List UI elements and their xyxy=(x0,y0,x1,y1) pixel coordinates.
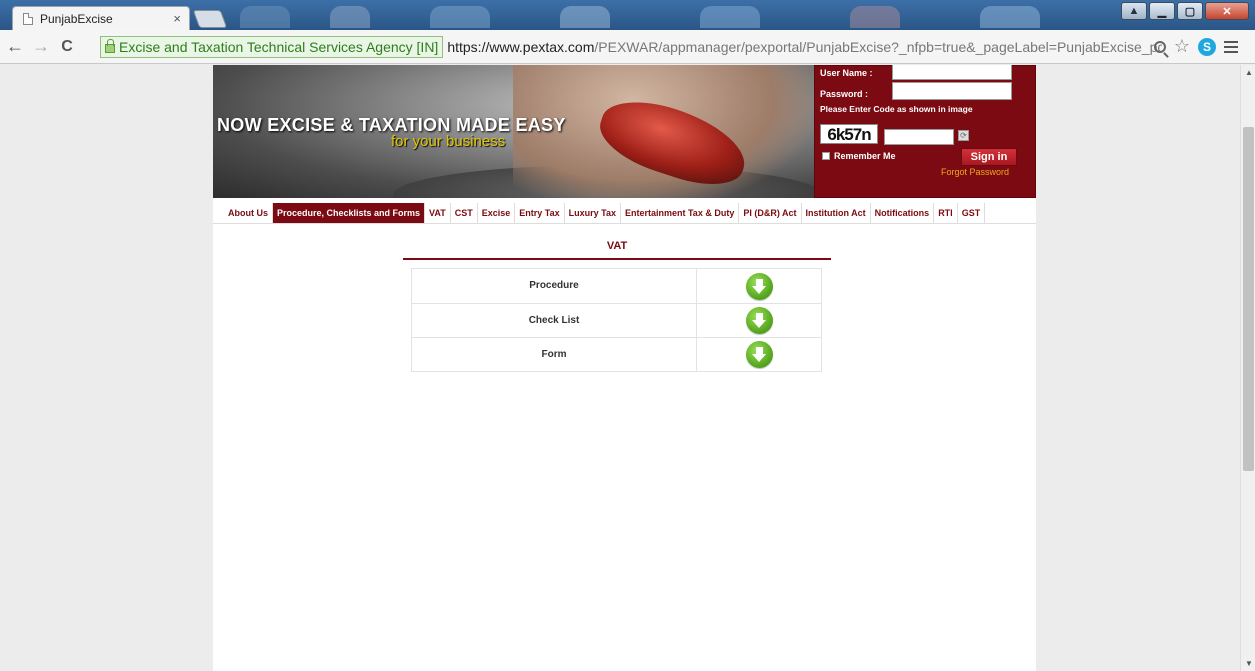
section-title: VAT xyxy=(606,240,628,252)
page-icon xyxy=(23,12,33,25)
url-path: /PEXWAR/appmanager/pexportal/PunjabExcis… xyxy=(594,39,1163,55)
site-container: NOW EXCISE & TAXATION MADE EASY for your… xyxy=(213,65,1036,671)
nav-item-rti[interactable]: RTI xyxy=(934,202,958,223)
page-viewport: NOW EXCISE & TAXATION MADE EASY for your… xyxy=(0,65,1240,671)
captcha-instruction: Please Enter Code as shown in image xyxy=(820,104,973,114)
password-input[interactable] xyxy=(892,82,1012,100)
remember-me[interactable]: Remember Me xyxy=(822,151,896,161)
row-action xyxy=(697,304,821,337)
forward-arrow-icon[interactable]: → xyxy=(30,36,52,57)
vertical-scrollbar[interactable]: ▲ ▼ xyxy=(1240,65,1255,671)
background-decoration xyxy=(330,6,370,28)
nav-item-institution-act[interactable]: Institution Act xyxy=(802,202,871,223)
nav-item-cst[interactable]: CST xyxy=(451,202,478,223)
user-icon[interactable]: ▲ xyxy=(1121,2,1147,20)
minimize-icon[interactable]: ▁ xyxy=(1149,2,1175,20)
new-tab-button[interactable] xyxy=(192,10,228,28)
menu-icon[interactable] xyxy=(1224,40,1238,53)
scroll-thumb[interactable] xyxy=(1243,127,1254,471)
lock-icon xyxy=(105,39,115,53)
password-label: Password : xyxy=(820,89,869,99)
table-row: Form xyxy=(412,337,821,371)
nav-item-entertainment-tax[interactable]: Entertainment Tax & Duty xyxy=(621,202,740,223)
sign-in-button[interactable]: Sign in xyxy=(961,148,1017,166)
url-host: https://www.pextax.com xyxy=(447,39,595,55)
nav-item-procedure-checklists-forms[interactable]: Procedure, Checklists and Forms xyxy=(273,202,426,223)
skype-icon[interactable]: S xyxy=(1198,37,1216,56)
table-row: Check List xyxy=(412,303,821,337)
section-divider xyxy=(403,258,831,260)
login-panel: User Name : Password : Please Enter Code… xyxy=(814,65,1036,198)
download-icon[interactable] xyxy=(745,307,773,334)
nav-item-gst[interactable]: GST xyxy=(958,202,986,223)
captcha-image: 6k57n xyxy=(820,124,878,144)
banner-subtitle: for your business xyxy=(391,133,506,150)
remember-me-checkbox[interactable] xyxy=(822,152,830,160)
captcha-input[interactable] xyxy=(884,129,954,145)
nav-item-excise[interactable]: Excise xyxy=(478,202,516,223)
address-bar[interactable]: Excise and Taxation Technical Services A… xyxy=(100,34,1242,60)
background-decoration xyxy=(430,6,490,28)
back-arrow-icon[interactable]: ← xyxy=(4,36,26,57)
background-decoration xyxy=(560,6,610,28)
browser-toolbar: ← → C Excise and Taxation Technical Serv… xyxy=(0,30,1255,64)
tab-close-icon[interactable]: × xyxy=(173,11,181,26)
download-icon[interactable] xyxy=(745,341,773,368)
scroll-up-icon[interactable]: ▲ xyxy=(1245,68,1253,77)
nav-item-vat[interactable]: VAT xyxy=(425,202,451,223)
background-decoration xyxy=(980,6,1040,28)
row-action xyxy=(697,269,821,303)
nav-item-about-us[interactable]: About Us xyxy=(224,202,273,223)
nav-item-entry-tax[interactable]: Entry Tax xyxy=(515,202,565,223)
row-label: Check List xyxy=(412,304,697,337)
background-decoration xyxy=(700,6,760,28)
scroll-down-icon[interactable]: ▼ xyxy=(1245,659,1253,668)
forgot-password-link[interactable]: Forgot Password xyxy=(941,167,1009,177)
download-icon[interactable] xyxy=(745,272,773,300)
url-text[interactable]: https://www.pextax.com/PEXWAR/appmanager… xyxy=(447,39,1162,55)
close-window-icon[interactable]: ✕ xyxy=(1205,2,1249,20)
header-banner: NOW EXCISE & TAXATION MADE EASY for your… xyxy=(213,65,814,198)
document-table: Procedure Check List Form xyxy=(411,268,822,372)
reload-icon[interactable]: C xyxy=(56,38,78,56)
zoom-icon[interactable] xyxy=(1153,40,1166,53)
row-action xyxy=(697,338,821,371)
background-decoration xyxy=(850,6,900,28)
window-controls: ▲ ▁ ▢ ✕ xyxy=(1121,2,1249,20)
background-decoration xyxy=(240,6,290,28)
ev-certificate-badge[interactable]: Excise and Taxation Technical Services A… xyxy=(100,36,444,58)
browser-tab[interactable]: PunjabExcise × xyxy=(12,6,190,30)
captcha-refresh-icon[interactable]: ⟳ xyxy=(958,130,969,141)
main-nav: About Us Procedure, Checklists and Forms… xyxy=(213,202,1036,224)
username-label: User Name : xyxy=(820,68,873,78)
tab-title: PunjabExcise xyxy=(40,11,113,26)
nav-item-pi-dr-act[interactable]: PI (D&R) Act xyxy=(739,202,802,223)
maximize-icon[interactable]: ▢ xyxy=(1177,2,1203,20)
omnibox-icons: ☆ S xyxy=(1153,36,1242,57)
row-label: Procedure xyxy=(412,269,697,303)
table-row: Procedure xyxy=(412,269,821,303)
row-label: Form xyxy=(412,338,697,371)
ev-label: Excise and Taxation Technical Services A… xyxy=(119,39,439,55)
star-icon[interactable]: ☆ xyxy=(1174,36,1190,57)
username-input[interactable] xyxy=(892,65,1012,80)
nav-item-notifications[interactable]: Notifications xyxy=(871,202,935,223)
nav-item-luxury-tax[interactable]: Luxury Tax xyxy=(565,202,621,223)
window-titlebar: PunjabExcise × ▲ ▁ ▢ ✕ xyxy=(0,0,1255,30)
remember-me-label: Remember Me xyxy=(834,151,896,161)
